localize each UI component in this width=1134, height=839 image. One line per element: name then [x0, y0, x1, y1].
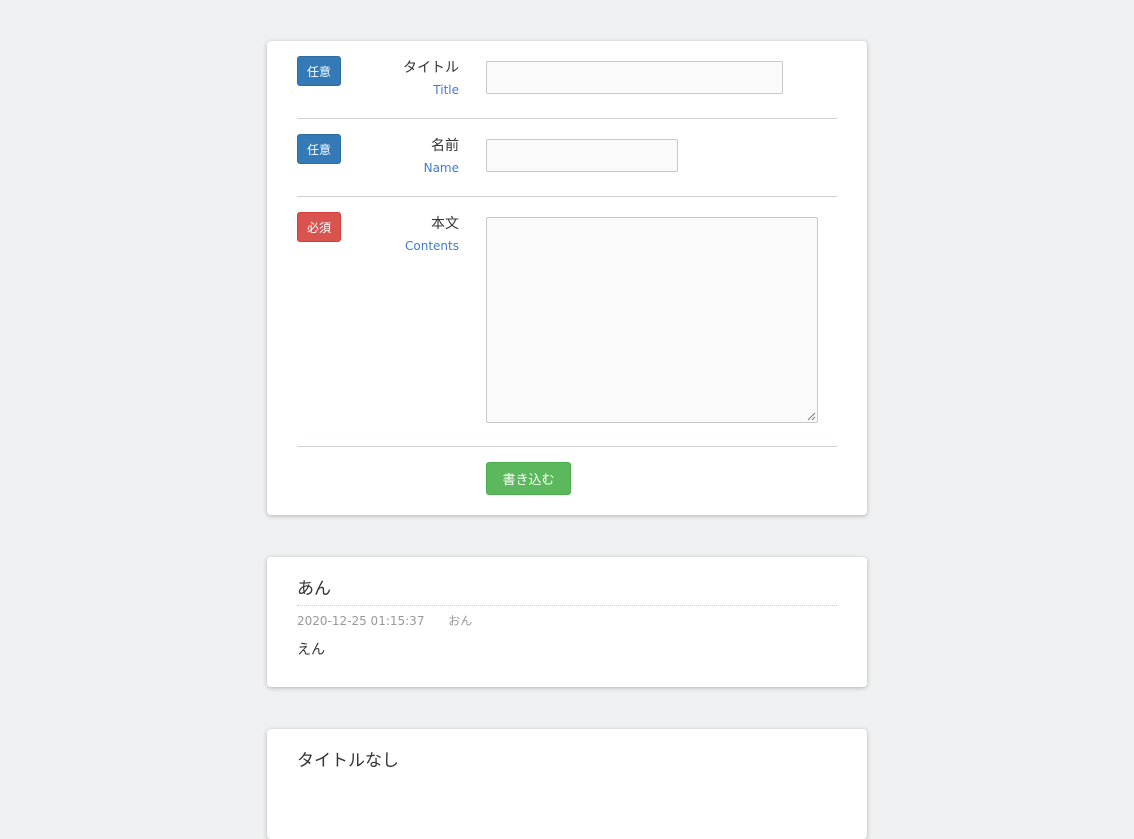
contents-label-en: Contents [405, 239, 459, 253]
required-badge: 必須 [297, 212, 341, 242]
post-divider [297, 605, 837, 606]
title-label-jp: タイトル [403, 60, 459, 76]
post-meta: 2020-12-25 01:15:37 おん [297, 612, 472, 629]
divider [297, 446, 837, 447]
post-datetime: 2020-12-25 01:15:37 [297, 614, 425, 628]
post-author: おん [448, 614, 473, 628]
name-label: 名前 Name [424, 137, 459, 175]
post-card: タイトルなし [267, 729, 867, 839]
name-label-jp: 名前 [431, 138, 459, 154]
divider [297, 196, 837, 197]
post-card: あん 2020-12-25 01:15:37 おん えん [267, 557, 867, 687]
name-row: 任意 名前 Name [297, 134, 837, 196]
title-label-en: Title [433, 83, 459, 97]
title-row: 任意 タイトル Title [297, 56, 837, 118]
post-title: タイトルなし [297, 751, 399, 771]
divider [297, 118, 837, 119]
post-form-card: 任意 タイトル Title 任意 名前 Name 必須 本文 Contents [267, 41, 867, 515]
name-label-en: Name [423, 161, 459, 175]
name-input[interactable] [486, 139, 678, 172]
optional-badge: 任意 [297, 134, 341, 164]
title-input[interactable] [486, 61, 783, 94]
contents-textarea[interactable] [486, 217, 818, 423]
post-title: あん [297, 579, 331, 599]
contents-row: 必須 本文 Contents [297, 212, 837, 446]
contents-label: 本文 Contents [405, 215, 459, 253]
optional-badge: 任意 [297, 56, 341, 86]
contents-label-jp: 本文 [431, 216, 459, 232]
title-label: タイトル Title [403, 59, 459, 97]
resize-handle-icon[interactable] [807, 412, 816, 421]
post-body: えん [297, 642, 325, 658]
submit-button[interactable]: 書き込む [486, 462, 571, 495]
